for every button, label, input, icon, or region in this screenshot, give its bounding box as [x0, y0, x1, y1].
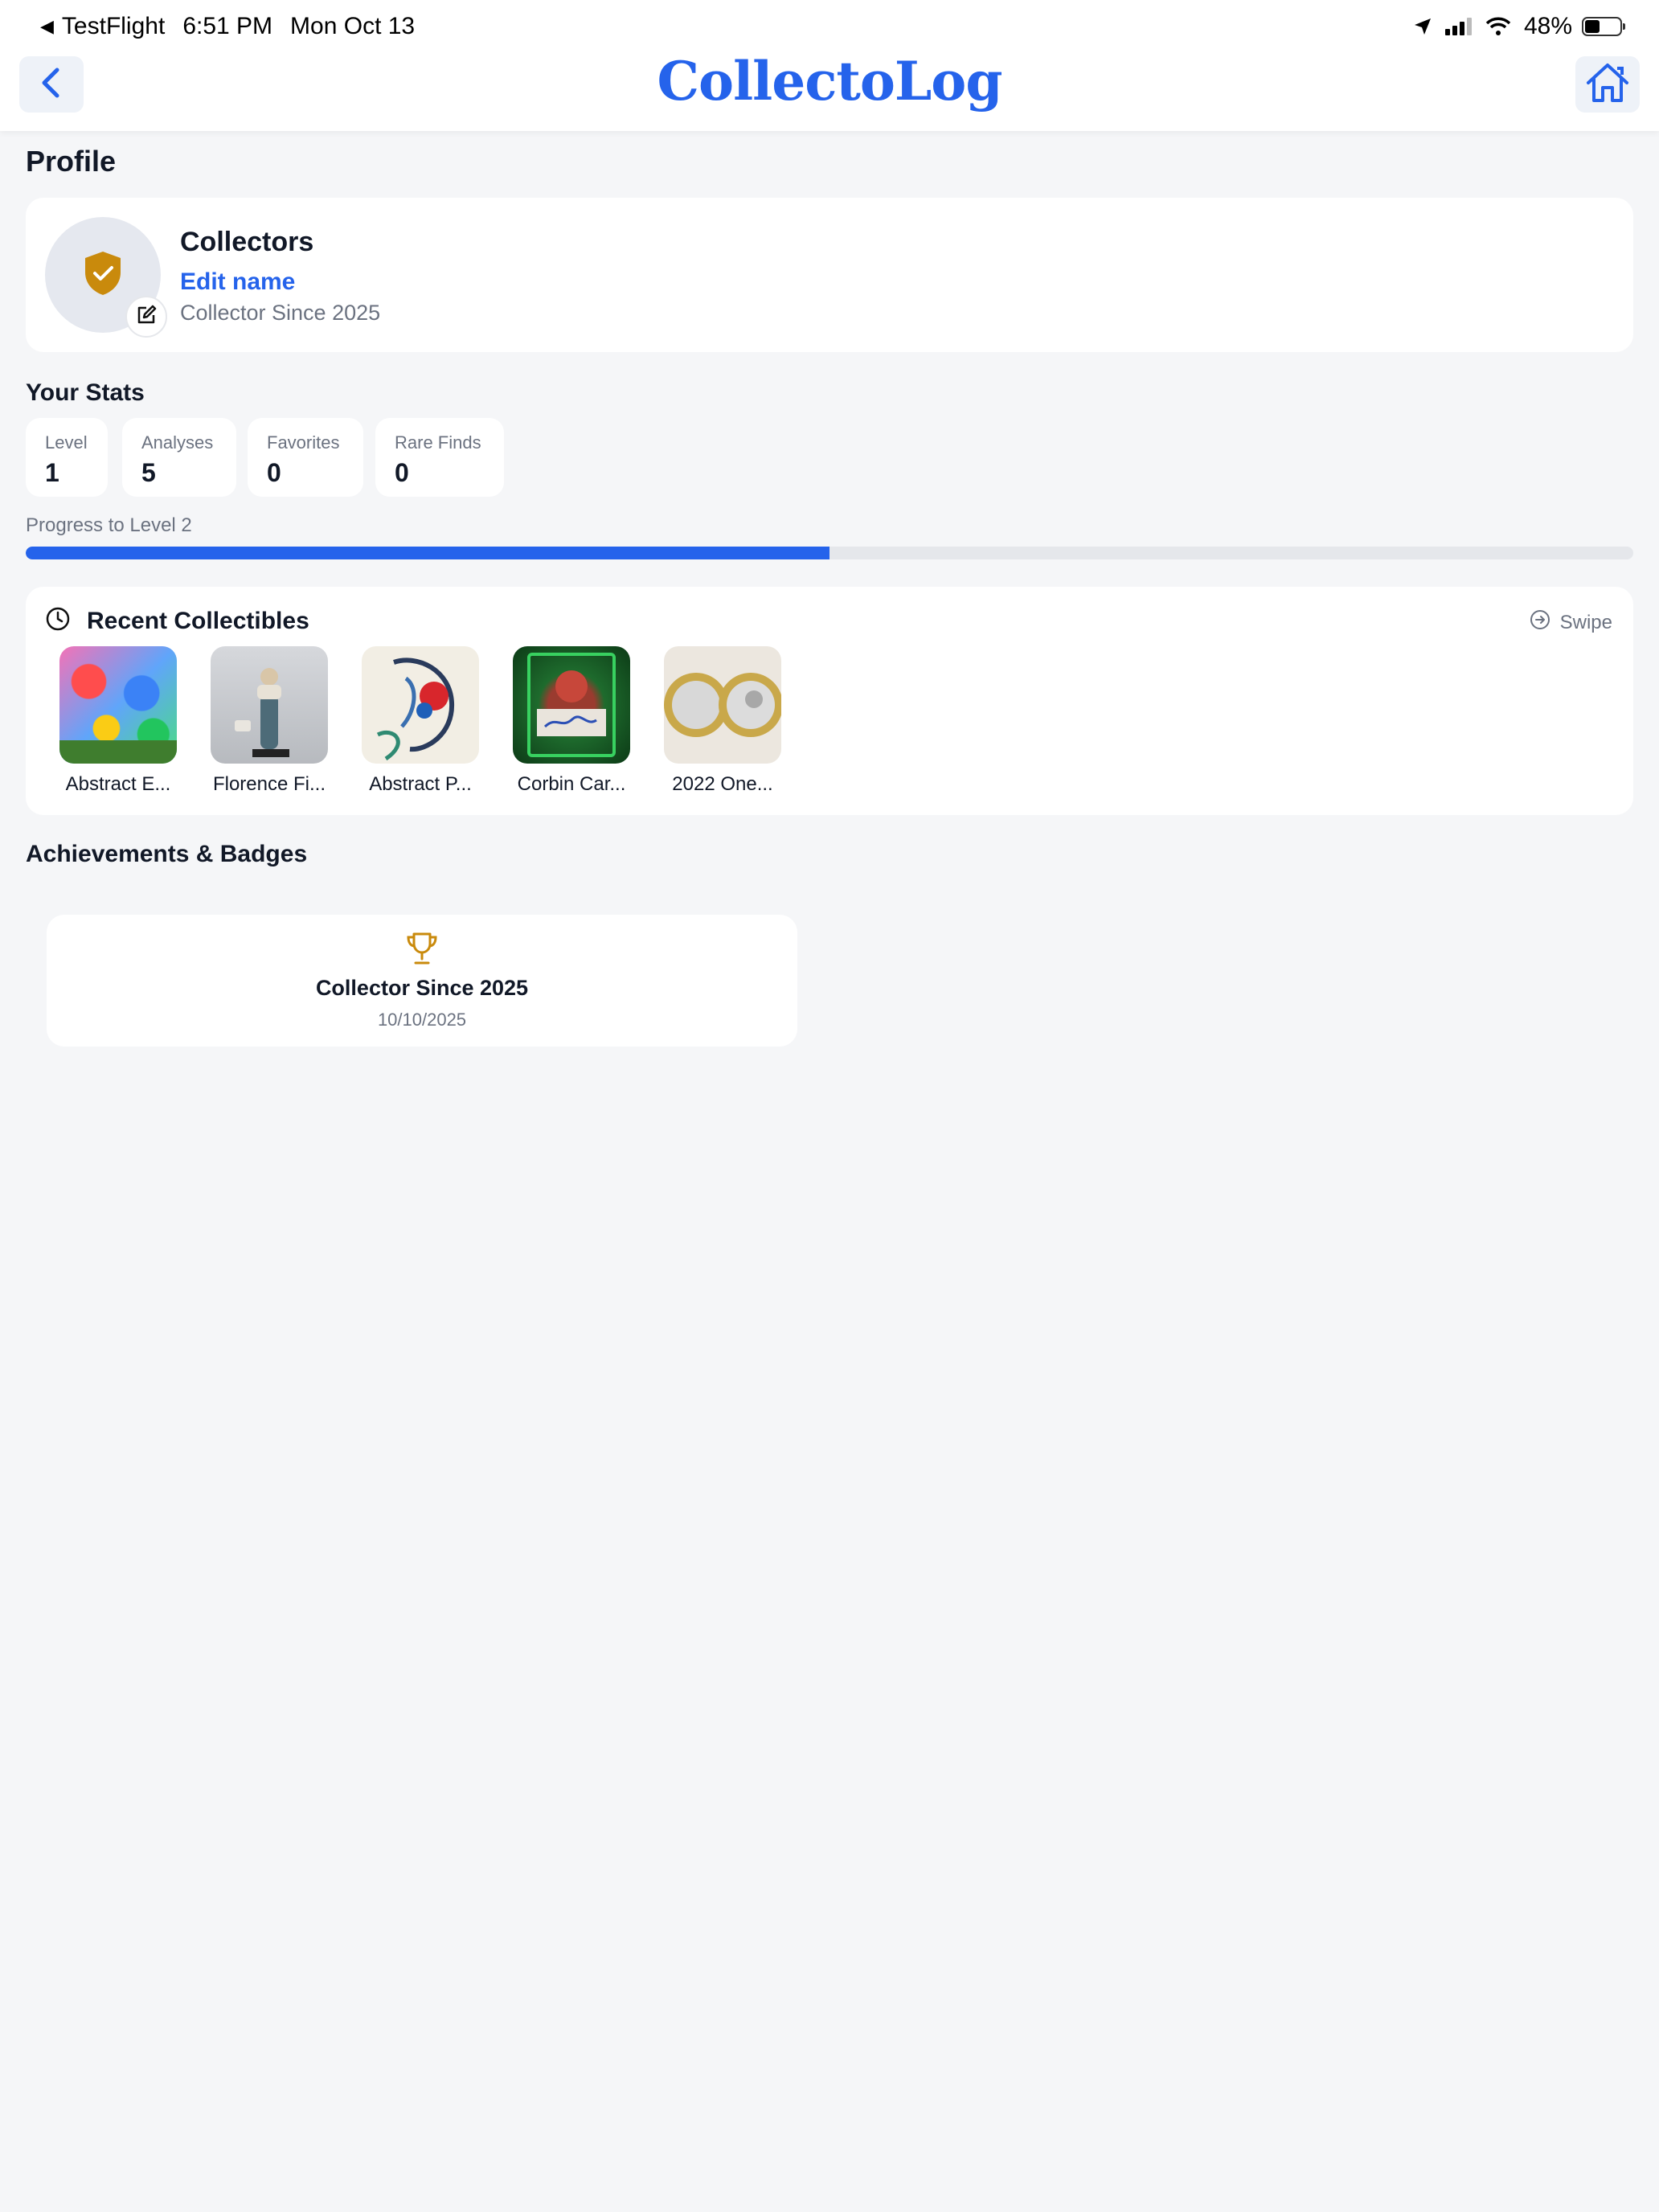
collectible-item[interactable]: Abstract E...	[59, 646, 211, 796]
profile-section-title: Profile	[26, 145, 117, 178]
stats-section-title: Your Stats	[26, 379, 145, 406]
badge-name: Collector Since 2025	[315, 976, 529, 1000]
battery-percent: 48%	[1523, 13, 1572, 39]
back-app-label[interactable]: TestFlight	[62, 13, 165, 40]
achievement-badge-card[interactable]: Collector Since 2025 10/10/2025	[47, 915, 797, 1047]
recent-title: Recent Collectibles	[87, 607, 309, 634]
stat-value: 1	[45, 458, 59, 487]
recent-collectibles-list: Abstract E... Florence Fi... Abstract P.…	[59, 646, 815, 796]
wifi-icon	[1485, 17, 1511, 36]
level-progress-bar	[26, 547, 1633, 559]
battery-icon	[1582, 17, 1625, 36]
stat-value: 0	[267, 458, 281, 487]
status-bar-right: 48%	[1400, 11, 1625, 42]
collectible-label: 2022 One...	[672, 773, 773, 795]
edit-name-link[interactable]: Edit name	[180, 268, 295, 296]
swipe-hint: Swipe	[1530, 609, 1612, 636]
stat-label: Favorites	[267, 432, 340, 453]
cellular-signal-icon	[1444, 18, 1473, 35]
location-icon	[1413, 17, 1432, 36]
stat-label: Rare Finds	[395, 432, 481, 453]
collectible-item[interactable]: Florence Fi...	[211, 646, 362, 796]
collectible-thumbnail[interactable]	[59, 646, 177, 764]
figurine-image	[235, 668, 289, 757]
progress-label: Progress to Level 2	[26, 514, 192, 536]
status-bar-left: ◀ TestFlight 6:51 PM Mon Oct 13	[40, 11, 415, 42]
home-button[interactable]	[1575, 56, 1640, 113]
stat-value: 5	[141, 458, 156, 487]
edit-icon	[135, 304, 158, 330]
clock-icon	[45, 606, 71, 636]
collectible-label: Corbin Car...	[517, 773, 626, 795]
collectible-thumbnail[interactable]	[664, 646, 781, 764]
collector-since-text: Collector Since 2025	[180, 301, 381, 325]
recent-collectibles-card: Recent Collectibles Swipe Abstract E...	[26, 587, 1633, 815]
recent-header: Recent Collectibles	[45, 606, 309, 636]
badge-date: 10/10/2025	[377, 1010, 467, 1030]
status-date: Mon Oct 13	[290, 13, 416, 39]
arrow-right-circle-icon	[1530, 609, 1550, 636]
collectible-label: Abstract E...	[65, 773, 171, 795]
collectible-item[interactable]: Abstract P...	[362, 646, 513, 796]
stat-value: 0	[395, 458, 409, 487]
stat-label: Analyses	[141, 432, 214, 453]
coins-image	[664, 673, 781, 737]
home-icon	[1585, 62, 1630, 108]
status-time: 6:51 PM	[182, 13, 273, 39]
collectible-label: Abstract P...	[369, 773, 472, 795]
stat-rare-finds: Rare Finds 0	[375, 418, 504, 497]
collectible-thumbnail[interactable]	[211, 646, 328, 764]
top-bar: ◀ TestFlight 6:51 PM Mon Oct 13 48% Coll…	[0, 0, 1659, 131]
swipe-label: Swipe	[1559, 611, 1612, 633]
shield-check-icon	[82, 250, 124, 301]
trophy-icon	[47, 931, 797, 966]
collectible-item[interactable]: Corbin Car...	[513, 646, 664, 796]
profile-card: Collectors Edit name Collector Since 202…	[26, 198, 1633, 352]
edit-avatar-button[interactable]	[125, 296, 167, 338]
back-to-app-icon[interactable]: ◀	[40, 16, 54, 37]
collectible-item[interactable]: 2022 One...	[664, 646, 815, 796]
level-progress-fill	[26, 547, 830, 559]
collectible-thumbnail[interactable]	[362, 646, 479, 764]
collectible-thumbnail[interactable]	[513, 646, 630, 764]
app-title: CollectoLog	[657, 50, 1003, 113]
abstract-portrait-image	[376, 657, 455, 761]
stat-favorites: Favorites 0	[248, 418, 363, 497]
profile-name: Collectors	[180, 227, 314, 257]
trading-card-image	[527, 653, 616, 757]
stat-analyses: Analyses 5	[122, 418, 236, 497]
collectible-label: Florence Fi...	[212, 773, 326, 795]
achievements-section-title: Achievements & Badges	[26, 841, 308, 867]
stat-level: Level 1	[26, 418, 108, 497]
stat-label: Level	[45, 432, 88, 453]
